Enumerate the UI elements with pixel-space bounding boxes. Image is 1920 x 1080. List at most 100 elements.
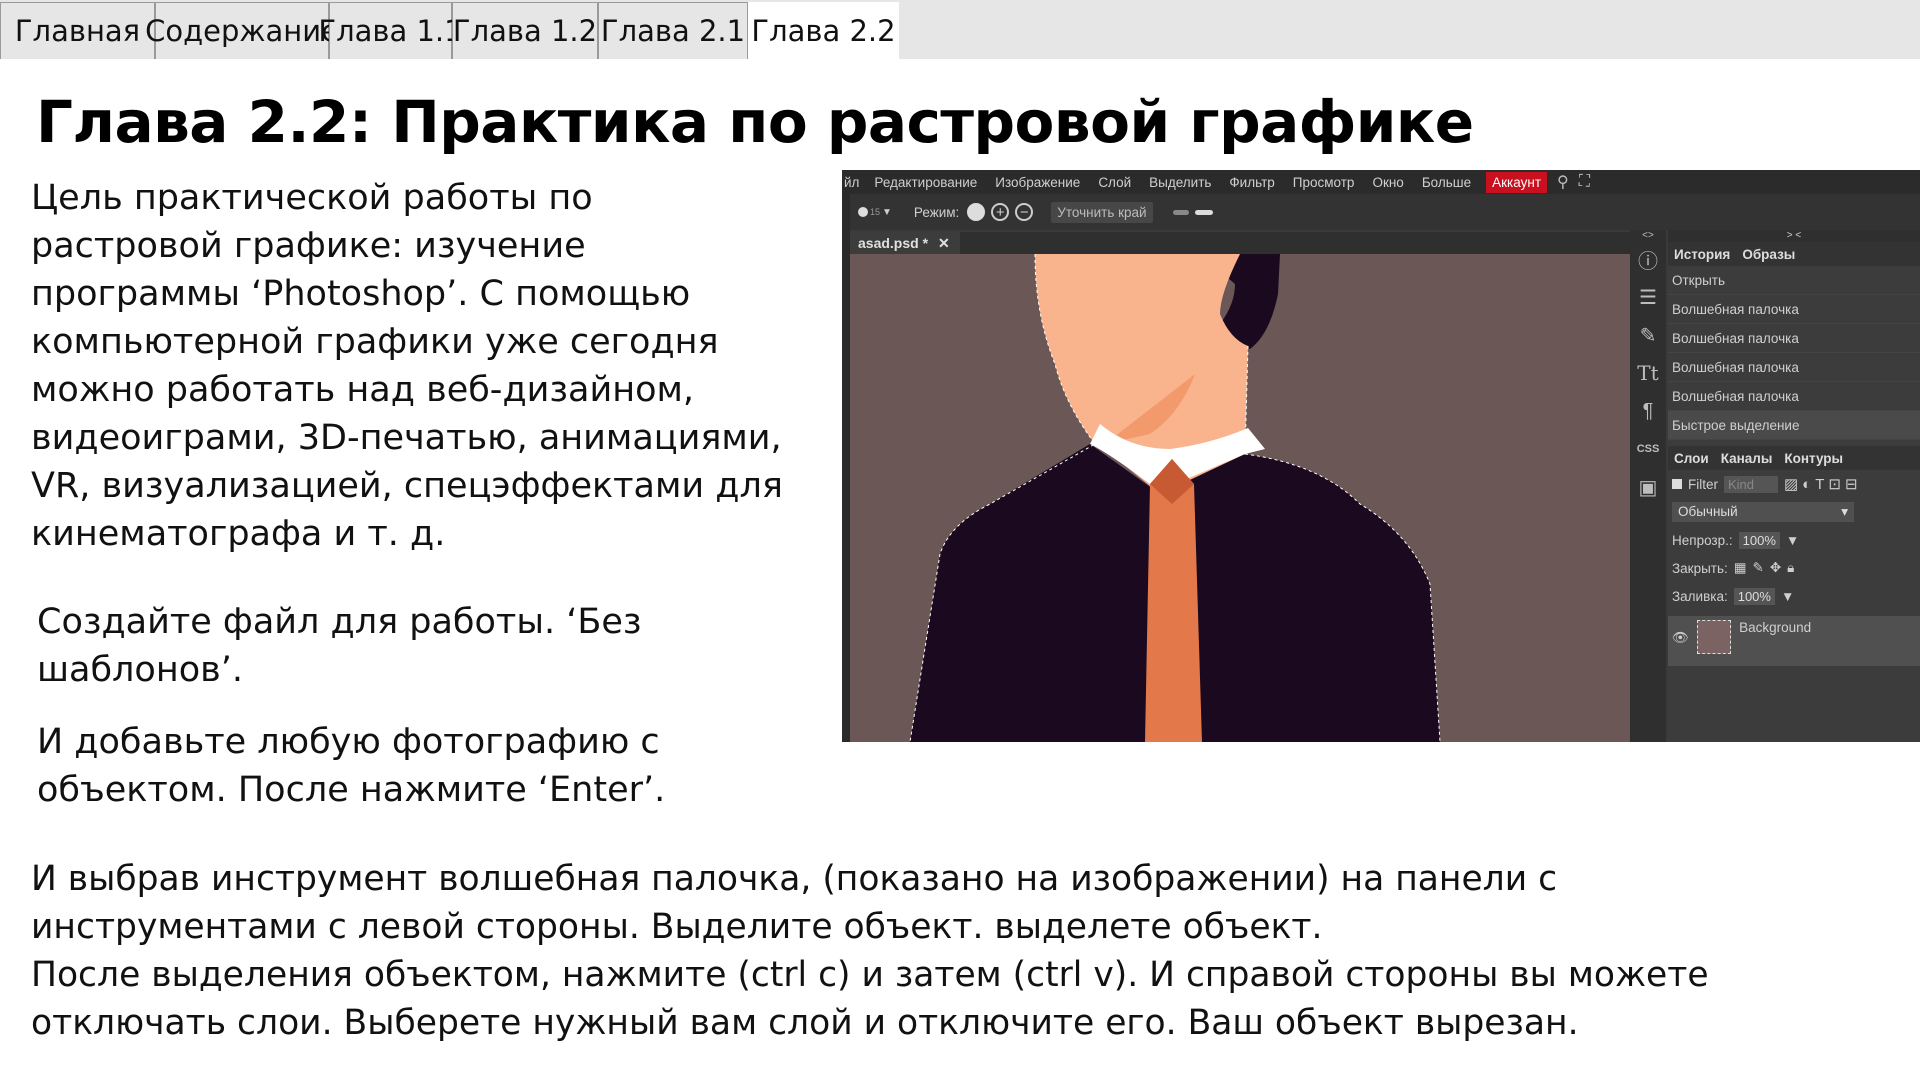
intro-line: видеоиграми, 3D-печатью, анимациями, — [31, 418, 782, 458]
brush-size-picker[interactable]: 15 ▼ — [858, 207, 892, 218]
intro-line: программы ‘Photoshop’. С помощью — [31, 274, 691, 314]
fill-input[interactable]: 100% — [1733, 587, 1775, 605]
lock-transparency-icon[interactable]: ▦ — [1734, 560, 1747, 576]
mode-label: Режим: — [913, 204, 960, 220]
info-icon[interactable]: ⓘ — [1630, 240, 1666, 278]
chevron-down-icon[interactable]: ▼ — [1781, 589, 1794, 604]
menu-more[interactable]: Больше — [1413, 175, 1480, 190]
search-icon[interactable]: ⚲ — [1557, 172, 1569, 192]
menu-image[interactable]: Изображение — [986, 175, 1089, 190]
step-line: Создайте файл для работы. ‘Без — [37, 602, 642, 642]
step-line: И добавьте любую фотографию с — [37, 722, 660, 762]
blend-mode-select[interactable]: Обычный ▾ — [1672, 502, 1854, 522]
layer-thumbnail — [1697, 620, 1732, 654]
menu-view[interactable]: Просмотр — [1284, 175, 1364, 190]
tab-home[interactable]: Главная — [0, 2, 155, 59]
step-create-file: Создайте файл для работы. ‘Без шаблонов’… — [37, 598, 717, 694]
menu-edit[interactable]: Редактирование — [865, 175, 986, 190]
brush-hardness-icon[interactable] — [1172, 209, 1189, 215]
subtract-selection-icon[interactable]: − — [1015, 203, 1034, 221]
refine-edge-button[interactable]: Уточнить край — [1051, 201, 1153, 223]
step-line: После выделения объектом, нажмите (ctrl … — [31, 955, 1709, 995]
step-magic-wand: И выбрав инструмент волшебная палочка, (… — [31, 855, 1901, 1047]
photoshop-screenshot: йл Редактирование Изображение Слой Выдел… — [842, 170, 1920, 742]
step-line: шаблонов’. — [37, 650, 244, 690]
lock-paint-icon[interactable]: ✎ — [1753, 560, 1764, 576]
tab-layers[interactable]: Слои — [1668, 451, 1715, 466]
image-icon[interactable]: ▣ — [1630, 468, 1666, 506]
tab-swatches[interactable]: Образы — [1736, 247, 1801, 262]
fullscreen-icon[interactable]: ⛶ — [1579, 173, 1590, 191]
intro-line: кинематографа и т. д. — [31, 514, 446, 554]
tab-chapter-2-2[interactable]: Глава 2.2 — [748, 2, 899, 59]
brush-smooth-icon[interactable] — [1194, 209, 1213, 215]
panel-collapse[interactable]: <> — [1630, 230, 1666, 241]
history-item[interactable]: Волшебная палочка — [1668, 382, 1920, 411]
layers-tabs: Слои Каналы Контуры — [1668, 446, 1920, 470]
brush-icon[interactable]: ✎ — [1630, 316, 1666, 354]
kind-select[interactable]: Kind — [1724, 475, 1778, 493]
tab-history[interactable]: История — [1668, 247, 1736, 262]
add-selection-icon[interactable]: + — [991, 203, 1010, 221]
lock-icon[interactable]: 🔒︎ — [1787, 560, 1794, 576]
panel-collapse-right[interactable]: > < — [1668, 230, 1920, 242]
filter-checkbox[interactable] — [1672, 479, 1682, 489]
history-item[interactable]: Волшебная палочка — [1668, 295, 1920, 324]
fill-label: Заливка: — [1672, 588, 1728, 604]
intro-line: компьютерной графики уже сегодня — [31, 322, 719, 362]
tab-channels[interactable]: Каналы — [1715, 451, 1779, 466]
blend-mode-row: Обычный ▾ — [1668, 498, 1920, 526]
document-tab-label: asad.psd * — [858, 235, 929, 251]
step-line: объектом. После нажмите ‘Enter’. — [37, 770, 666, 810]
canvas-illustration — [850, 254, 1630, 742]
history-item[interactable]: Быстрое выделение — [1668, 411, 1920, 440]
lock-move-icon[interactable]: ✥ — [1770, 560, 1781, 576]
intro-paragraph: Цель практической работы по растровой гр… — [31, 174, 846, 558]
step-add-photo: И добавьте любую фотографию с объектом. … — [37, 718, 717, 814]
chevron-down-icon: ▼ — [882, 206, 892, 218]
history-item[interactable]: Волшебная палочка — [1668, 353, 1920, 382]
history-item[interactable]: Волшебная палочка — [1668, 324, 1920, 353]
account-button[interactable]: Аккаунт — [1486, 171, 1547, 193]
intro-line: растровой графике: изучение — [31, 226, 586, 266]
menu-filter[interactable]: Фильтр — [1220, 175, 1283, 190]
layer-filter-row: Filter Kind ▨◐T⊡⊟ — [1668, 470, 1920, 498]
opacity-row: Непрозр.: 100% ▼ — [1668, 526, 1920, 554]
chevron-down-icon[interactable]: ▼ — [1786, 533, 1799, 548]
chevron-down-icon: ▾ — [1841, 504, 1848, 519]
opacity-input[interactable]: 100% — [1738, 531, 1780, 549]
lock-label: Закрыть: — [1672, 560, 1728, 576]
menu-select[interactable]: Выделить — [1140, 175, 1220, 190]
filter-icons[interactable]: ▨◐T⊡⊟ — [1784, 475, 1862, 493]
history-item[interactable]: Открыть — [1668, 266, 1920, 295]
tab-chapter-1-1[interactable]: Глава 1.1 — [318, 2, 463, 59]
new-selection-icon[interactable] — [967, 203, 986, 221]
eye-icon[interactable]: 👁︎ — [1672, 630, 1689, 646]
document-tab[interactable]: asad.psd * ✕ — [850, 232, 960, 254]
intro-line: VR, визуализацией, спецэффектами для — [31, 466, 783, 506]
css-icon[interactable]: CSS — [1630, 430, 1666, 468]
fill-row: Заливка: 100% ▼ — [1668, 582, 1920, 610]
filter-label: Filter — [1688, 476, 1718, 492]
adjust-icon[interactable]: ☰ — [1630, 278, 1666, 316]
close-icon[interactable]: ✕ — [938, 235, 950, 252]
text-icon[interactable]: Tt — [1630, 354, 1666, 392]
tab-chapter-2-1[interactable]: Глава 2.1 — [598, 2, 748, 59]
layer-background[interactable]: 👁︎ Background — [1668, 616, 1920, 666]
toolbar-edge — [842, 194, 850, 742]
tab-chapter-1-2[interactable]: Глава 1.2 — [452, 2, 598, 59]
tab-paths[interactable]: Контуры — [1778, 451, 1849, 466]
intro-line: Цель практической работы по — [31, 178, 593, 218]
editor-canvas[interactable] — [850, 254, 1630, 742]
paragraph-icon[interactable]: ¶ — [1630, 392, 1666, 430]
step-line: отключать слои. Выберете нужный вам слой… — [31, 1003, 1579, 1043]
right-panel: > < История Образы Открыть Волшебная пал… — [1668, 230, 1920, 742]
menu-layer[interactable]: Слой — [1089, 175, 1140, 190]
tab-contents[interactable]: Содержание — [145, 2, 339, 59]
menu-file[interactable]: йл — [842, 175, 865, 190]
panel-icon-column: <> ⓘ ☰ ✎ Tt ¶ CSS ▣ — [1630, 230, 1666, 742]
menu-window[interactable]: Окно — [1363, 175, 1412, 190]
layer-name: Background — [1739, 620, 1812, 635]
history-tabs: История Образы — [1668, 242, 1920, 266]
document-tabstrip: asad.psd * ✕ — [850, 232, 1630, 254]
